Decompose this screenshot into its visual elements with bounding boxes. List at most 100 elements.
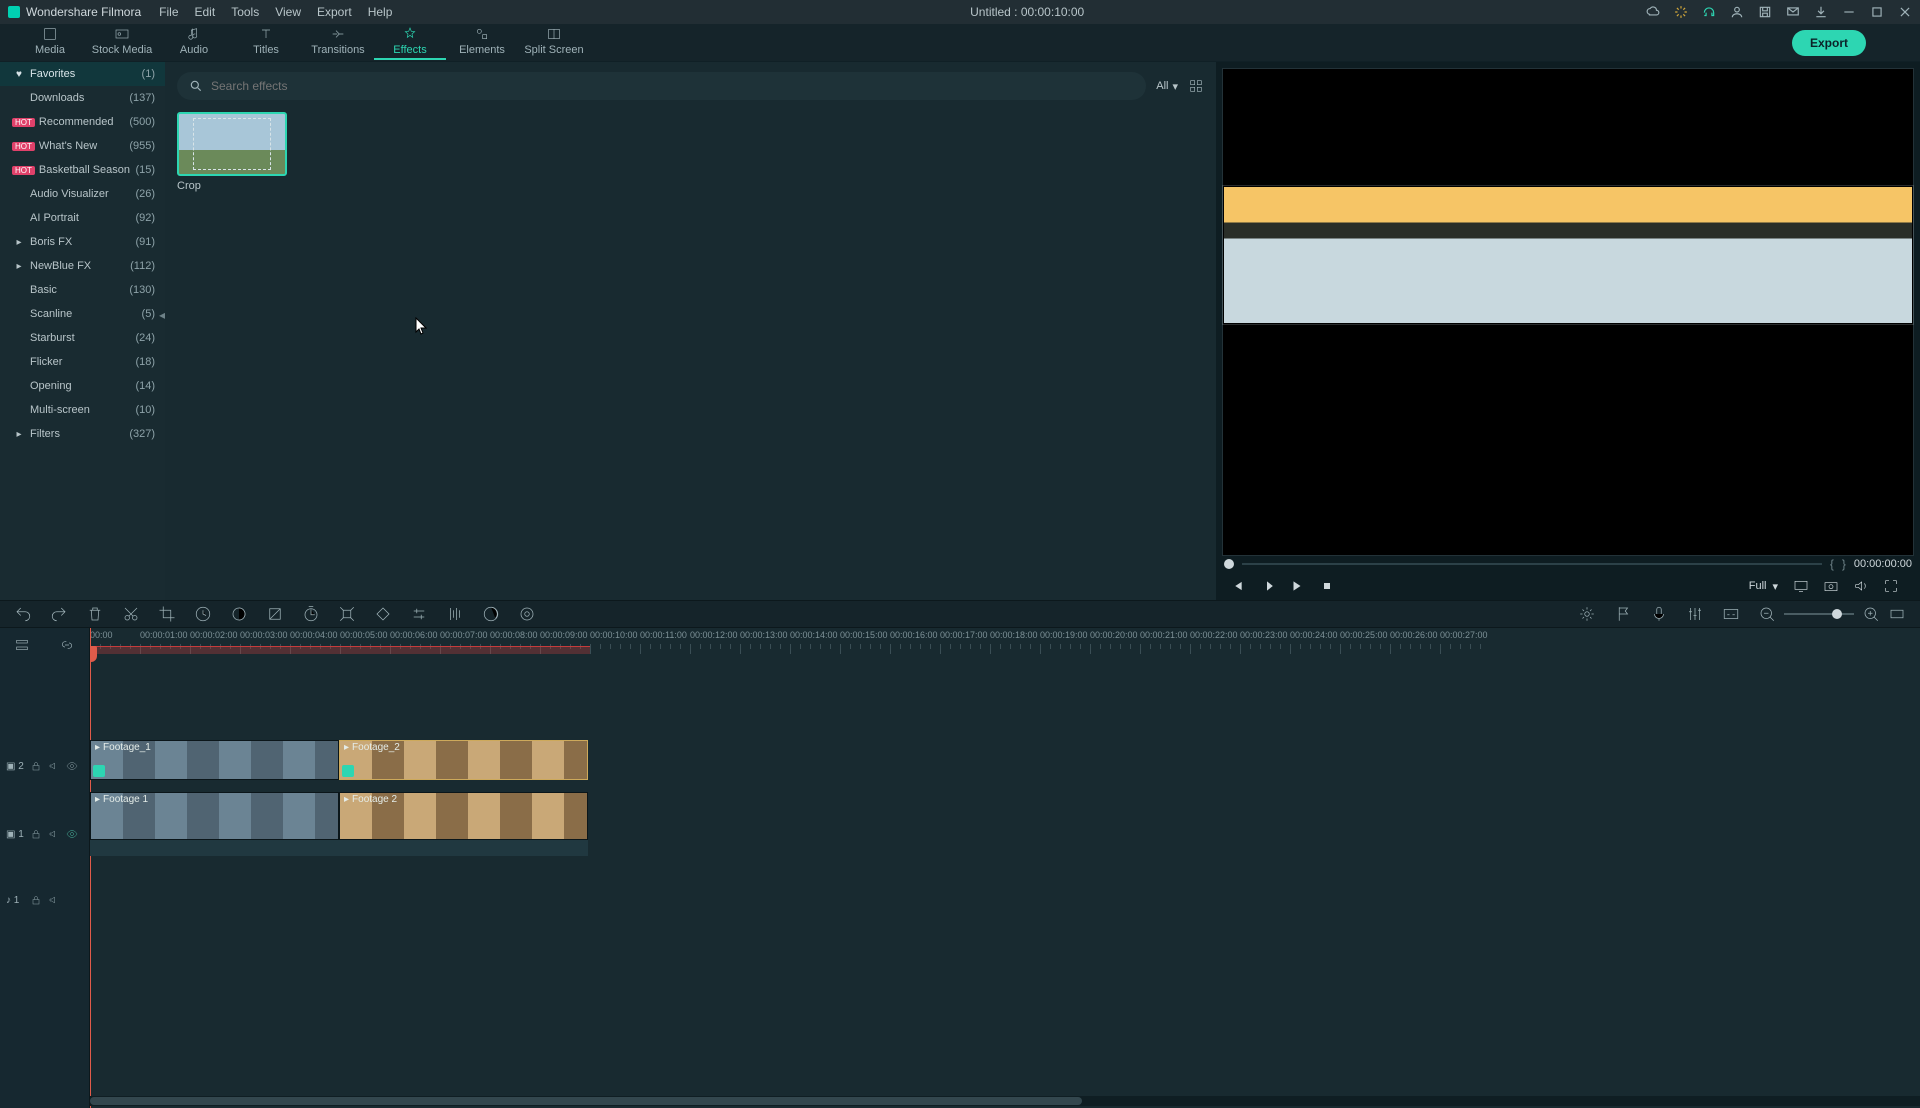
tab-transitions[interactable]: Transitions <box>302 26 374 60</box>
audio-mixer-icon[interactable] <box>1686 605 1704 623</box>
sidebar-item-what-s-new[interactable]: HOTWhat's New(955) <box>0 134 165 158</box>
mute-icon[interactable] <box>48 760 60 772</box>
filter-dropdown[interactable]: All ▾ <box>1156 80 1178 93</box>
fullscreen-icon[interactable] <box>1880 575 1902 597</box>
color-icon[interactable] <box>230 605 248 623</box>
sidebar-item-boris-fx[interactable]: ▸Boris FX(91) <box>0 230 165 254</box>
sidebar-item-flicker[interactable]: Flicker(18) <box>0 350 165 374</box>
zoom-slider[interactable] <box>1784 613 1854 615</box>
manage-tracks-icon[interactable] <box>14 637 30 653</box>
sparkle-icon[interactable] <box>1674 5 1688 19</box>
scrub-track[interactable] <box>1242 563 1822 565</box>
display-icon[interactable] <box>1790 575 1812 597</box>
playforward-button[interactable] <box>1286 575 1308 597</box>
clip-v1b[interactable]: ▸ Footage 2 <box>339 792 588 840</box>
keyframe-icon[interactable] <box>374 605 392 623</box>
tab-split-screen[interactable]: Split Screen <box>518 26 590 60</box>
menu-tools[interactable]: Tools <box>231 5 259 19</box>
scrub-handle[interactable] <box>1224 559 1234 569</box>
sidebar-item-downloads[interactable]: Downloads(137) <box>0 86 165 110</box>
eye-icon[interactable] <box>66 828 78 840</box>
cut-icon[interactable] <box>122 605 140 623</box>
speed-icon[interactable] <box>194 605 212 623</box>
account-icon[interactable] <box>1730 5 1744 19</box>
record-vo-icon[interactable] <box>518 605 536 623</box>
sidebar-item-multi-screen[interactable]: Multi-screen(10) <box>0 398 165 422</box>
tab-media[interactable]: Media <box>14 26 86 60</box>
audio-link-row[interactable] <box>90 840 588 856</box>
mute-icon[interactable] <box>48 894 60 906</box>
menu-help[interactable]: Help <box>368 5 393 19</box>
sidebar-item-ai-portrait[interactable]: AI Portrait(92) <box>0 206 165 230</box>
effect-card[interactable]: Crop <box>177 112 287 192</box>
sidebar-item-favorites[interactable]: ♥Favorites(1) <box>0 62 165 86</box>
download-icon[interactable] <box>1814 5 1828 19</box>
export-button[interactable]: Export <box>1792 30 1866 56</box>
time-ruler[interactable]: 00:0000:00:01:0000:00:02:0000:00:03:0000… <box>90 628 1920 662</box>
sidebar-item-basketball-season[interactable]: HOTBasketball Season(15) <box>0 158 165 182</box>
preview-viewport[interactable] <box>1222 68 1914 556</box>
track-area[interactable]: 00:0000:00:01:0000:00:02:0000:00:03:0000… <box>90 628 1920 1108</box>
greenscreen-icon[interactable] <box>266 605 284 623</box>
clip-v2a[interactable]: ▸ Footage_1 <box>90 740 339 780</box>
menu-view[interactable]: View <box>275 5 301 19</box>
undo-icon[interactable] <box>14 605 32 623</box>
grid-view-icon[interactable] <box>1188 78 1204 94</box>
scrollbar-thumb[interactable] <box>90 1097 1082 1105</box>
collapse-sidebar-icon[interactable]: ◂ <box>159 308 169 324</box>
save-icon[interactable] <box>1758 5 1772 19</box>
prev-frame-button[interactable] <box>1226 575 1248 597</box>
play-button[interactable] <box>1256 575 1278 597</box>
sidebar-item-filters[interactable]: ▸Filters(327) <box>0 422 165 446</box>
mute-icon[interactable] <box>48 828 60 840</box>
volume-icon[interactable] <box>1850 575 1872 597</box>
selection-range[interactable] <box>90 646 590 654</box>
menu-edit[interactable]: Edit <box>195 5 216 19</box>
headset-icon[interactable] <box>1702 5 1716 19</box>
tab-stock-media[interactable]: Stock Media <box>86 26 158 60</box>
sidebar-item-newblue-fx[interactable]: ▸NewBlue FX(112) <box>0 254 165 278</box>
window-close[interactable] <box>1898 5 1912 19</box>
crop-icon[interactable] <box>158 605 176 623</box>
window-maximize[interactable] <box>1870 5 1884 19</box>
tab-titles[interactable]: Titles <box>230 26 302 60</box>
mark-in-icon[interactable]: { <box>1830 557 1834 571</box>
playhead[interactable] <box>90 628 91 1108</box>
mic-icon[interactable] <box>1650 605 1668 623</box>
window-minimize[interactable] <box>1842 5 1856 19</box>
caption-icon[interactable] <box>1722 605 1740 623</box>
search-input[interactable] <box>211 79 1134 93</box>
lock-icon[interactable] <box>30 894 42 906</box>
delete-icon[interactable] <box>86 605 104 623</box>
stop-button[interactable] <box>1316 575 1338 597</box>
duration-icon[interactable] <box>302 605 320 623</box>
render-icon[interactable] <box>482 605 500 623</box>
cloud-icon[interactable] <box>1646 5 1660 19</box>
sidebar-item-starburst[interactable]: Starburst(24) <box>0 326 165 350</box>
sidebar-item-basic[interactable]: Basic(130) <box>0 278 165 302</box>
adjust-icon[interactable] <box>410 605 428 623</box>
menu-file[interactable]: File <box>159 5 178 19</box>
eye-icon[interactable] <box>66 760 78 772</box>
clip-v2b[interactable]: ▸ Footage_2 <box>339 740 588 780</box>
align-icon[interactable] <box>446 605 464 623</box>
tab-effects[interactable]: Effects <box>374 26 446 60</box>
marker-flag-icon[interactable] <box>1614 605 1632 623</box>
zoom-out-icon[interactable] <box>1758 605 1776 623</box>
zoom-in-icon[interactable] <box>1862 605 1880 623</box>
mark-out-icon[interactable]: } <box>1842 557 1846 571</box>
quality-select[interactable]: Full▾ <box>1749 580 1778 593</box>
message-icon[interactable] <box>1786 5 1800 19</box>
clip-v1a[interactable]: ▸ Footage 1 <box>90 792 339 840</box>
timeline-scrollbar[interactable] <box>90 1096 1920 1106</box>
sidebar-item-audio-visualizer[interactable]: Audio Visualizer(26) <box>0 182 165 206</box>
sidebar-item-scanline[interactable]: Scanline(5) <box>0 302 165 326</box>
menu-export[interactable]: Export <box>317 5 352 19</box>
lock-icon[interactable] <box>30 828 42 840</box>
lock-icon[interactable] <box>30 760 42 772</box>
zoom-handle[interactable] <box>1832 609 1842 619</box>
tab-elements[interactable]: Elements <box>446 26 518 60</box>
tab-audio[interactable]: Audio <box>158 26 230 60</box>
motion-track-icon[interactable] <box>338 605 356 623</box>
mixer-icon[interactable] <box>1578 605 1596 623</box>
